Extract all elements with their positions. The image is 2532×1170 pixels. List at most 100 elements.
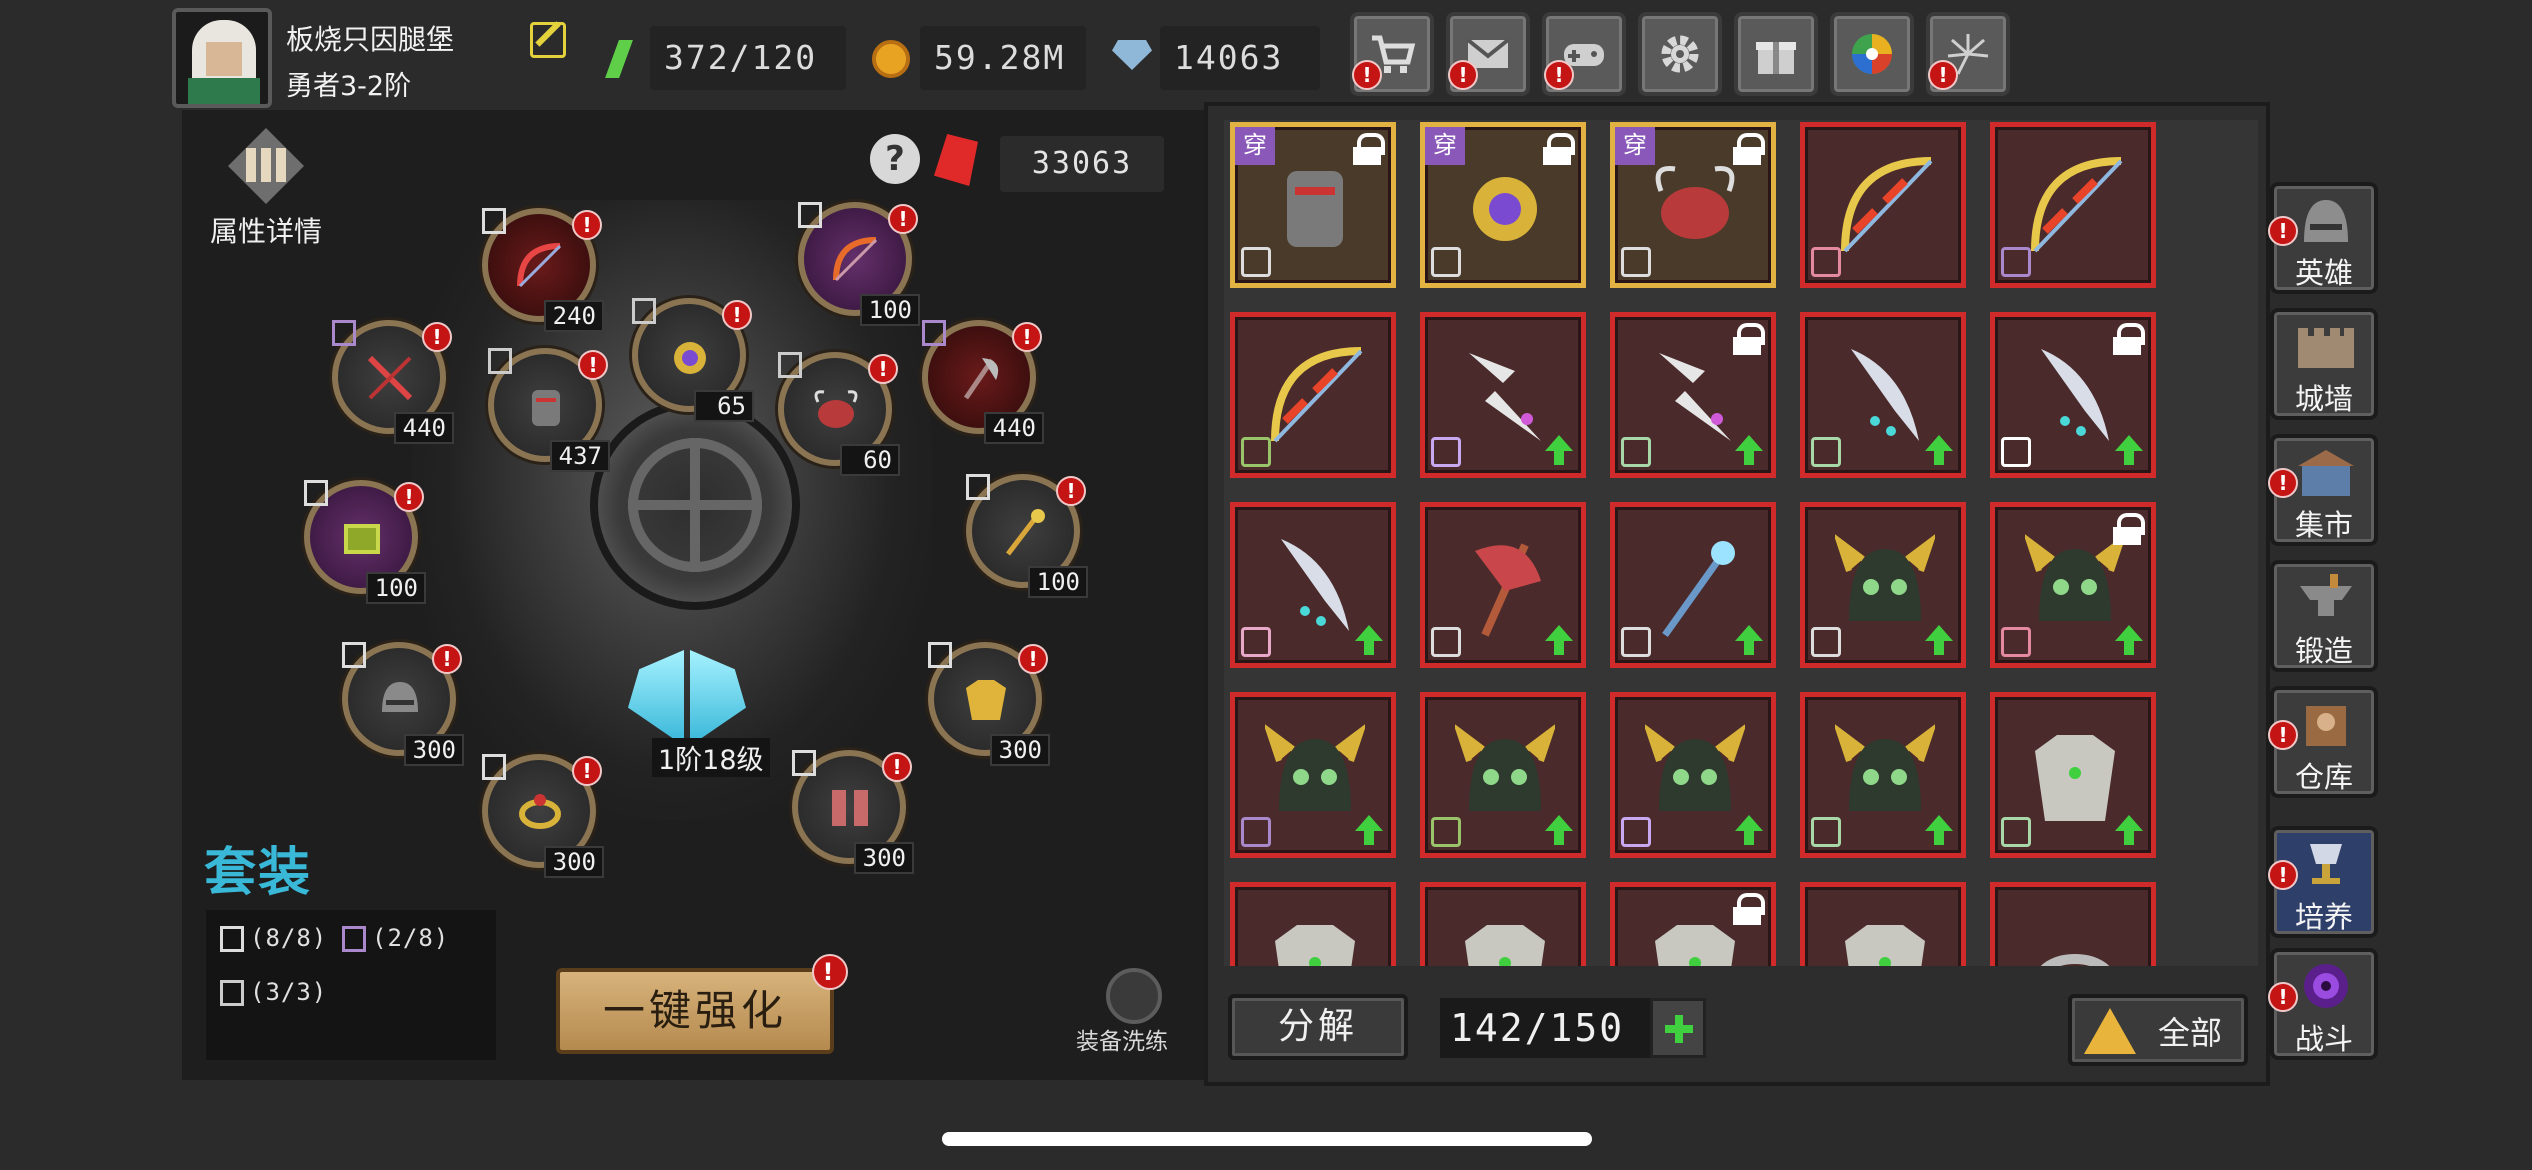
equip-slot-tome[interactable]: ! 100 [304, 480, 426, 604]
home-indicator[interactable] [942, 1132, 1592, 1146]
stamina-icon [604, 40, 642, 78]
inventory-item-chest-armor[interactable] [1800, 882, 1966, 966]
slot-alert-badge: ! [422, 322, 452, 352]
spellbook-icon [344, 524, 380, 554]
set-bonus-list: (8/8) (2/8) (3/3) [206, 910, 496, 1060]
nav-market[interactable]: ! 集市 [2268, 434, 2378, 546]
inventory-item-crystal-blade[interactable] [1990, 312, 2156, 478]
lock-icon[interactable] [1733, 893, 1765, 925]
player-name: 板烧只因腿堡 [286, 23, 455, 56]
inventory-item-helmet[interactable] [1230, 692, 1396, 858]
lock-icon[interactable] [2113, 513, 2145, 545]
equip-slot-boots[interactable]: ! 300 [792, 750, 914, 874]
attribute-details-button[interactable]: 属性详情 [202, 128, 332, 248]
inventory-item-ring[interactable] [1990, 882, 2156, 966]
filter-all-button[interactable]: 全部 [2068, 994, 2248, 1066]
gold-coin-icon [872, 40, 910, 78]
slot-level: 100 [860, 294, 920, 326]
stamina-value: 372/120 [650, 26, 846, 90]
inventory-item-staff[interactable] [1610, 502, 1776, 668]
set-row-pillar[interactable]: (8/8) [220, 924, 327, 952]
slot-alert-badge: ! [578, 350, 608, 380]
inventory-item-bow[interactable] [1990, 122, 2156, 288]
equip-slot-ring[interactable]: ! 300 [482, 754, 604, 878]
inventory-item-lightning-sword[interactable] [1610, 312, 1776, 478]
inventory-item-helmet[interactable] [1800, 692, 1966, 858]
gift-button[interactable] [1734, 12, 1818, 96]
nav-warehouse[interactable]: ! 仓库 [2268, 686, 2378, 798]
inventory-item-chest-armor[interactable] [1420, 882, 1586, 966]
equipment-panel: 属性详情 ? 33063 ! 240 ! 100 ! 440 ! 437 ! 6… [182, 110, 1204, 1080]
lock-icon[interactable] [1733, 133, 1765, 165]
nav-battle[interactable]: ! 战斗 [2268, 948, 2378, 1060]
wings-icon [628, 650, 684, 746]
slot-alert-badge: ! [394, 482, 424, 512]
edit-name-icon[interactable] [530, 22, 566, 58]
equipment-refine-button[interactable]: 装备洗练 [1076, 968, 1182, 1068]
equipped-tag: 穿 [1425, 127, 1465, 165]
upgrade-arrow-icon [1925, 435, 1953, 465]
shop-alert-badge: ! [1352, 60, 1382, 90]
events-button[interactable]: ! [1926, 12, 2010, 96]
slot-level: 300 [990, 734, 1050, 766]
nav-city-wall[interactable]: 城墙 [2270, 308, 2378, 420]
expand-capacity-button[interactable] [1650, 998, 1706, 1058]
inventory-item-crystal-blade[interactable] [1800, 312, 1966, 478]
equip-slot-bow-2[interactable]: ! 100 [798, 202, 920, 326]
set-row-crossed-swords[interactable]: (2/8) [342, 924, 449, 952]
gift-icon [1756, 42, 1796, 74]
inventory-item-bow[interactable] [1800, 122, 1966, 288]
mail-button[interactable]: ! [1446, 12, 1530, 96]
equip-slot-helmet[interactable]: ! 300 [342, 642, 464, 766]
equip-slot-crossbow[interactable]: ! 440 [332, 320, 454, 444]
lock-icon[interactable] [1353, 133, 1385, 165]
nav-cultivate[interactable]: ! 培养 [2268, 826, 2378, 938]
inventory-item-helmet[interactable] [1800, 502, 1966, 668]
inventory-item-chest-armor[interactable] [1990, 692, 2156, 858]
inventory-item-armor[interactable]: 穿 [1230, 122, 1396, 288]
lock-icon[interactable] [1543, 133, 1575, 165]
bow-icon [517, 243, 562, 288]
help-icon[interactable]: ? [870, 134, 920, 184]
helmet-icon [1835, 534, 1935, 621]
inventory-item-crystal-blade[interactable] [1230, 502, 1396, 668]
equip-slot-axe[interactable]: ! 440 [922, 320, 1044, 444]
equip-slot-armor[interactable]: ! 437 [488, 348, 610, 472]
slot-alert-badge: ! [572, 756, 602, 786]
equip-slot-bow-1[interactable]: ! 240 [482, 208, 604, 332]
equip-slot-crab-armor[interactable]: ! 60 [778, 352, 900, 476]
equip-slot-chestplate[interactable]: ! 300 [928, 642, 1050, 766]
inventory-item-chest-armor[interactable] [1230, 882, 1396, 966]
lock-icon[interactable] [1733, 323, 1765, 355]
chalice-icon [2310, 844, 2342, 884]
one-click-enhance-button[interactable]: 一键强化 ! [556, 954, 848, 1054]
equip-slot-staff[interactable]: ! 100 [966, 474, 1088, 598]
inventory-item-helmet[interactable] [1420, 692, 1586, 858]
crystal-blade-icon [1851, 349, 1919, 441]
set-mark-pillar-icon [966, 474, 990, 500]
player-avatar[interactable] [172, 8, 272, 108]
equip-slot-amulet[interactable]: ! 65 [632, 298, 754, 422]
inventory-item-chest-armor[interactable] [1610, 882, 1776, 966]
inventory-item-crab-armor[interactable]: 穿 [1610, 122, 1776, 288]
slot-alert-badge: ! [432, 644, 462, 674]
game-center-button[interactable]: ! [1542, 12, 1626, 96]
inventory-item-bow[interactable] [1230, 312, 1396, 478]
decompose-button[interactable]: 分解 [1228, 994, 1408, 1060]
nav-hero[interactable]: ! 英雄 [2268, 182, 2378, 294]
inventory-grid[interactable]: 穿穿穿 [1224, 120, 2258, 966]
lucky-wheel-button[interactable] [1830, 12, 1914, 96]
inventory-item-amulet[interactable]: 穿 [1420, 122, 1586, 288]
lock-icon[interactable] [2113, 323, 2145, 355]
inventory-item-lightning-sword[interactable] [1420, 312, 1586, 478]
set-mark-leaf-icon [778, 352, 802, 378]
upgrade-arrow-icon [1735, 815, 1763, 845]
set-row-leaf[interactable]: (3/3) [220, 978, 327, 1006]
inventory-item-helmet[interactable] [1990, 502, 2156, 668]
settings-button[interactable] [1638, 12, 1722, 96]
shop-button[interactable]: ! [1350, 12, 1434, 96]
inventory-item-helmet[interactable] [1610, 692, 1776, 858]
inventory-item-axe[interactable] [1420, 502, 1586, 668]
nav-forge[interactable]: 锻造 [2270, 560, 2378, 672]
nav-alert-badge: ! [2268, 720, 2298, 750]
